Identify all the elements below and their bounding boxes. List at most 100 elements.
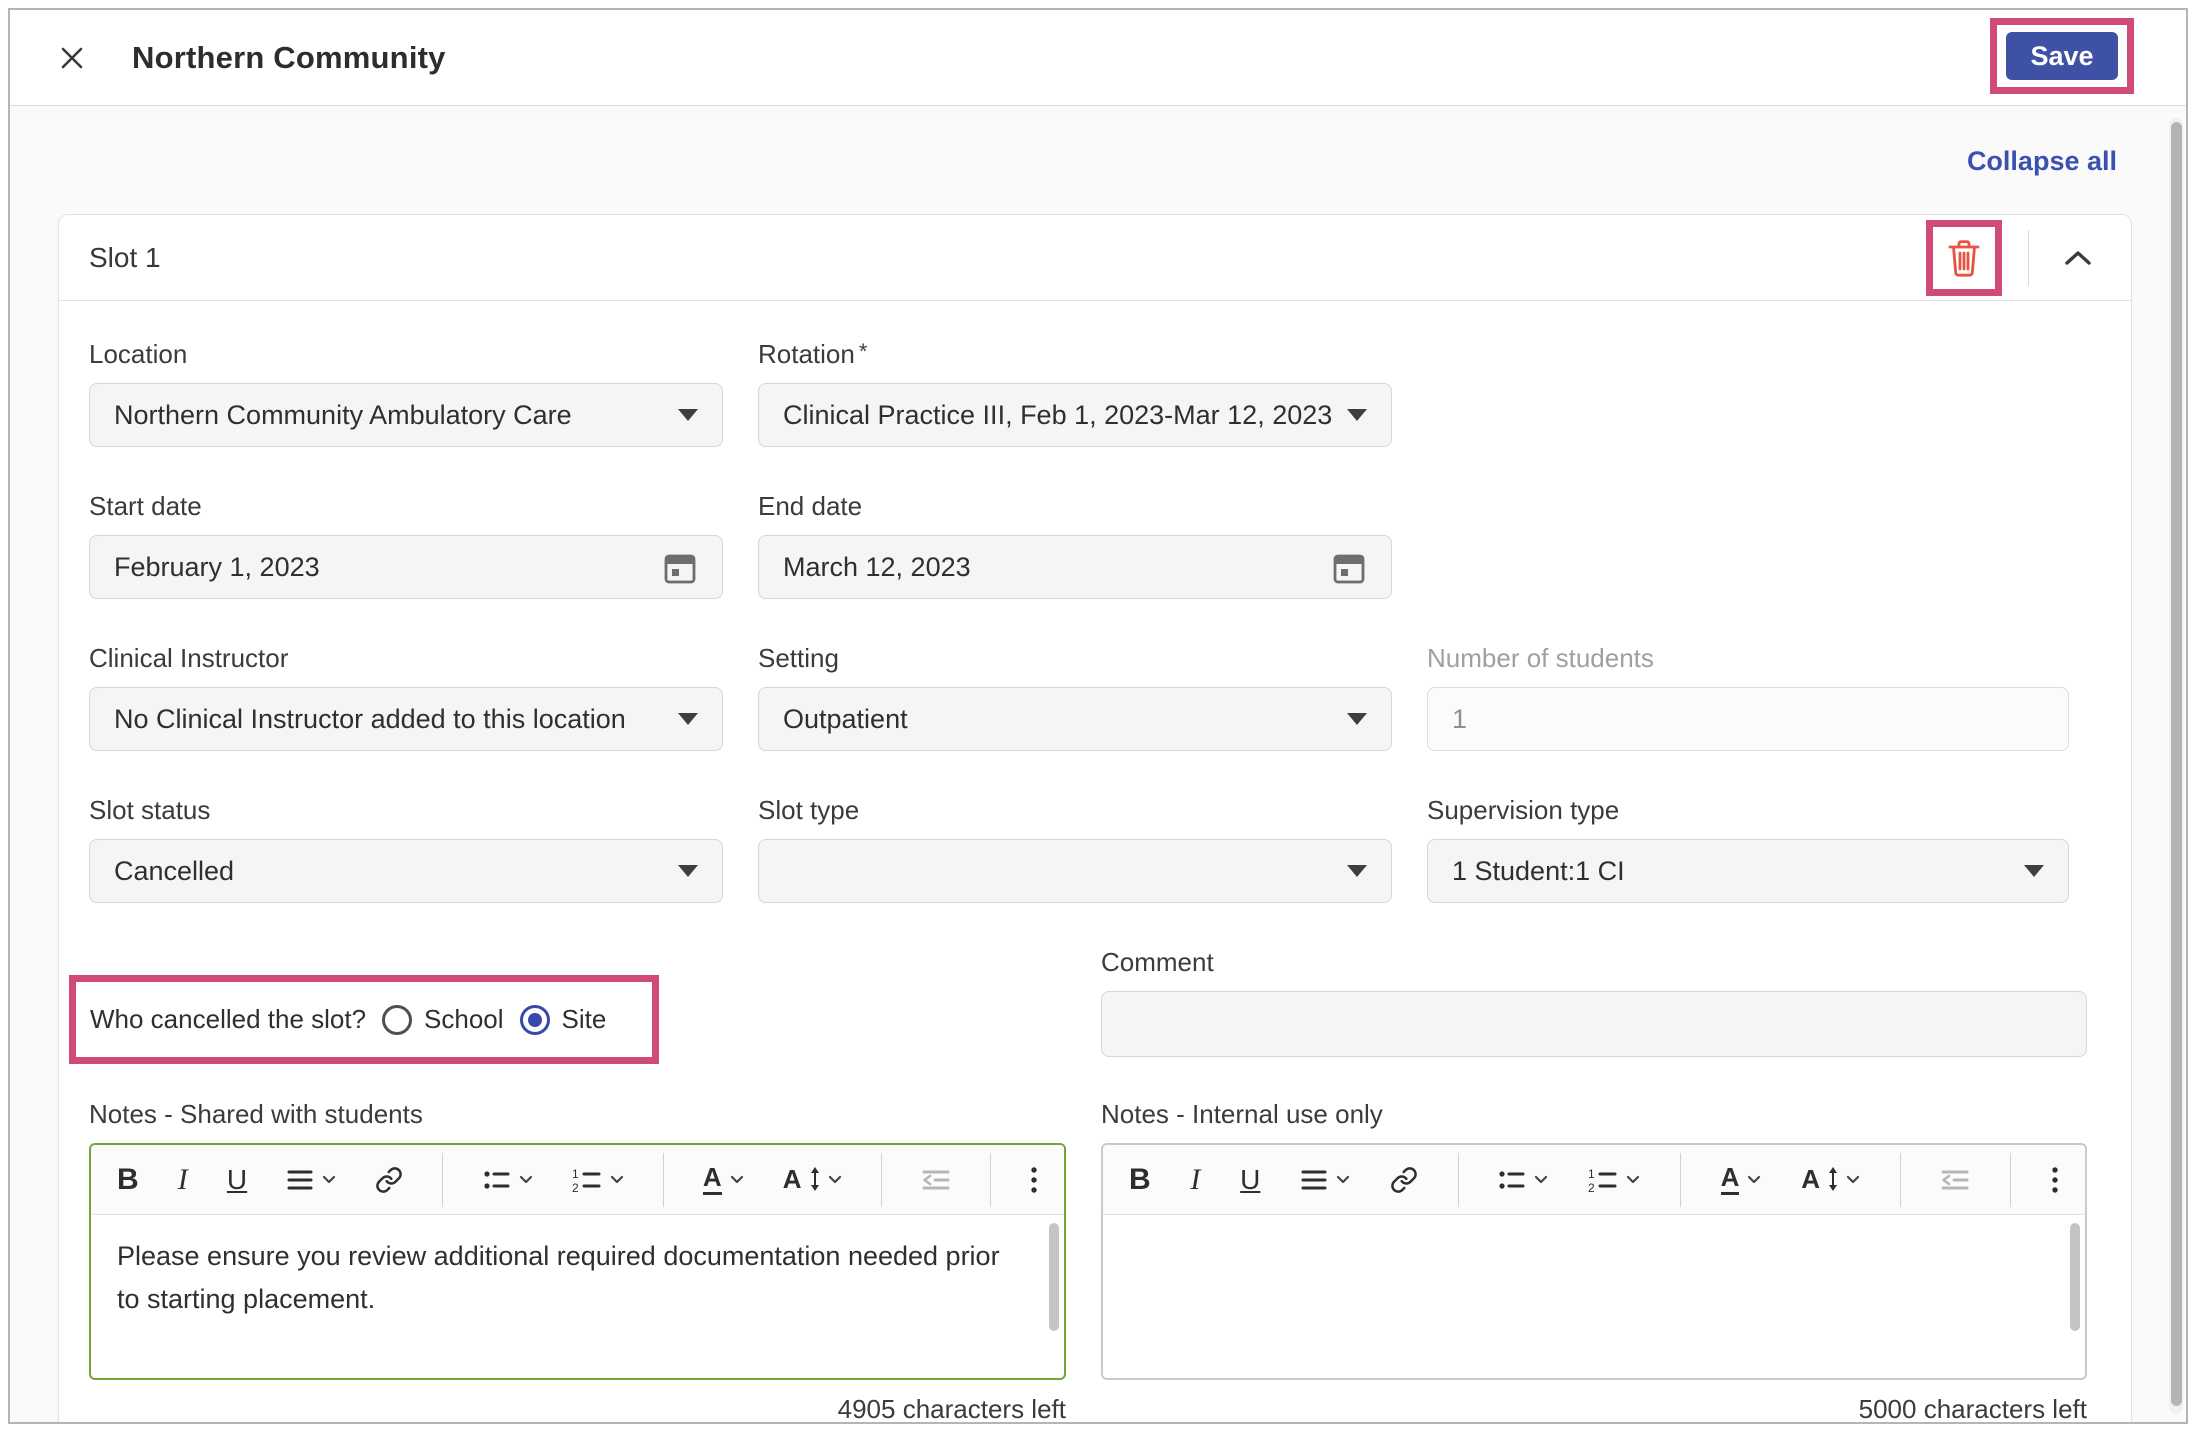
editor-scrollbar[interactable] <box>1049 1223 1059 1331</box>
font-size-arrows-icon <box>1828 1167 1837 1192</box>
location-select[interactable]: Northern Community Ambulatory Care <box>89 383 723 447</box>
save-annotation-box: Save <box>1990 18 2134 94</box>
chevron-down-icon <box>323 1175 336 1184</box>
collapse-all-link[interactable]: Collapse all <box>1967 146 2117 177</box>
close-icon[interactable] <box>52 38 92 78</box>
delete-slot-button[interactable] <box>1941 235 1987 281</box>
link-button[interactable] <box>1390 1166 1418 1194</box>
toolbar-divider <box>662 1152 664 1207</box>
field-setting: Setting Outpatient <box>758 643 1392 751</box>
editor-scrollbar[interactable] <box>2070 1223 2080 1331</box>
slot-type-select[interactable] <box>758 839 1392 903</box>
radio-option-school[interactable]: School <box>382 1004 504 1035</box>
more-options-button[interactable] <box>2051 1165 2059 1195</box>
save-button[interactable]: Save <box>2006 32 2118 80</box>
chevron-down-icon <box>610 1175 623 1184</box>
field-slot-status: Slot status Cancelled <box>89 795 723 903</box>
bold-button[interactable]: B <box>1129 1163 1151 1197</box>
underline-button[interactable]: U <box>227 1164 247 1196</box>
outdent-button[interactable] <box>1940 1168 1970 1192</box>
notes-row: Notes - Shared with students B I U 1 2 A… <box>89 1099 2101 1422</box>
page-scrollbar[interactable] <box>2169 118 2183 1414</box>
notes-shared-textarea[interactable]: Please ensure you review additional requ… <box>91 1215 1064 1378</box>
svg-text:2: 2 <box>572 1181 579 1193</box>
supervision-type-select[interactable]: 1 Student:1 CI <box>1427 839 2069 903</box>
more-options-button[interactable] <box>1030 1165 1038 1195</box>
outdent-button[interactable] <box>921 1168 951 1192</box>
bullet-list-button[interactable] <box>1498 1167 1548 1193</box>
font-size-button[interactable]: A <box>1801 1165 1860 1193</box>
link-icon <box>1391 1166 1417 1193</box>
supervision-type-label: Supervision type <box>1427 795 1620 825</box>
chevron-down-icon <box>730 1175 743 1184</box>
start-date-input[interactable]: February 1, 2023 <box>89 535 723 599</box>
link-button[interactable] <box>375 1166 403 1194</box>
radio-unselected-icon[interactable] <box>382 1004 413 1035</box>
rotation-select[interactable]: Clinical Practice III, Feb 1, 2023-Mar 1… <box>758 383 1392 447</box>
setting-select[interactable]: Outpatient <box>758 687 1392 751</box>
dropdown-caret-icon <box>1347 865 1367 877</box>
notes-shared-group: Notes - Shared with students B I U 1 2 A… <box>89 1099 1066 1422</box>
svg-text:1: 1 <box>572 1167 579 1181</box>
notes-shared-editor: B I U 1 2 A A Please ensure you review a… <box>89 1143 1066 1380</box>
slot-form: Location Northern Community Ambulatory C… <box>59 301 2131 1422</box>
field-number-of-students: Number of students 1 <box>1427 643 2069 751</box>
kebab-menu-icon <box>1031 1166 1037 1193</box>
radio-selected-icon[interactable] <box>519 1004 550 1035</box>
number-of-students-input: 1 <box>1427 687 2069 751</box>
radio-option-site[interactable]: Site <box>519 1004 606 1035</box>
align-button[interactable] <box>286 1168 336 1192</box>
svg-text:2: 2 <box>1588 1181 1595 1193</box>
toolbar-divider <box>880 1152 882 1207</box>
toolbar-divider <box>1679 1152 1681 1207</box>
bold-button[interactable]: B <box>117 1163 139 1197</box>
outdent-icon <box>922 1170 950 1189</box>
calendar-icon[interactable] <box>1331 549 1367 585</box>
numbered-list-icon: 12 <box>1588 1167 1617 1193</box>
toolbar-divider <box>1899 1152 1901 1207</box>
field-location: Location Northern Community Ambulatory C… <box>89 339 723 447</box>
rotation-label: Rotation * <box>758 339 868 369</box>
notes-internal-label: Notes - Internal use only <box>1101 1099 1383 1129</box>
svg-text:1: 1 <box>1588 1167 1595 1181</box>
calendar-icon[interactable] <box>662 549 698 585</box>
field-supervision-type: Supervision type 1 Student:1 CI <box>1427 795 2069 903</box>
slot-editor-dialog: Northern Community Save Collapse all Slo… <box>8 8 2188 1424</box>
toolbar-divider <box>442 1152 444 1207</box>
field-rotation: Rotation * Clinical Practice III, Feb 1, … <box>758 339 1392 447</box>
dropdown-caret-icon <box>1347 409 1367 421</box>
underline-button[interactable]: U <box>1240 1164 1260 1196</box>
font-color-button[interactable]: A <box>702 1164 744 1195</box>
clinical-instructor-select[interactable]: No Clinical Instructor added to this loc… <box>89 687 723 751</box>
align-button[interactable] <box>1300 1168 1350 1192</box>
collapse-slot-button[interactable] <box>2055 238 2101 278</box>
font-size-arrows-icon <box>810 1167 819 1192</box>
font-size-button[interactable]: A <box>783 1165 842 1193</box>
page-scrollbar-thumb[interactable] <box>2170 122 2182 1406</box>
toolbar-divider <box>1457 1152 1459 1207</box>
numbered-list-button[interactable]: 12 <box>1588 1167 1640 1193</box>
dropdown-caret-icon <box>2024 865 2044 877</box>
outdent-icon <box>1941 1170 1969 1189</box>
italic-button[interactable]: I <box>178 1163 188 1197</box>
required-asterisk: * <box>858 339 868 364</box>
bullet-list-button[interactable] <box>483 1167 533 1193</box>
bullet-list-icon <box>1499 1170 1525 1189</box>
comment-input[interactable] <box>1101 991 2087 1057</box>
align-icon <box>1301 1170 1327 1189</box>
dropdown-caret-icon <box>678 713 698 725</box>
cancel-question-label: Who cancelled the slot? <box>90 1004 367 1034</box>
slot-status-select[interactable]: Cancelled <box>89 839 723 903</box>
field-start-date: Start date February 1, 2023 <box>89 491 723 599</box>
field-comment: Comment <box>1101 947 2087 1057</box>
font-color-button[interactable]: A <box>1720 1164 1762 1195</box>
rich-text-toolbar: B I U 1 2 A A <box>91 1145 1064 1215</box>
field-clinical-instructor: Clinical Instructor No Clinical Instruct… <box>89 643 723 751</box>
cancel-question-annotation-box: Who cancelled the slot? School Site <box>69 975 659 1064</box>
numbered-list-button[interactable]: 12 <box>572 1167 624 1193</box>
end-date-input[interactable]: March 12, 2023 <box>758 535 1392 599</box>
notes-shared-label: Notes - Shared with students <box>89 1099 423 1129</box>
italic-button[interactable]: I <box>1190 1163 1200 1197</box>
notes-internal-textarea[interactable] <box>1103 1215 2085 1378</box>
notes-internal-group: Notes - Internal use only B I U 1 2 A A … <box>1101 1099 2087 1422</box>
